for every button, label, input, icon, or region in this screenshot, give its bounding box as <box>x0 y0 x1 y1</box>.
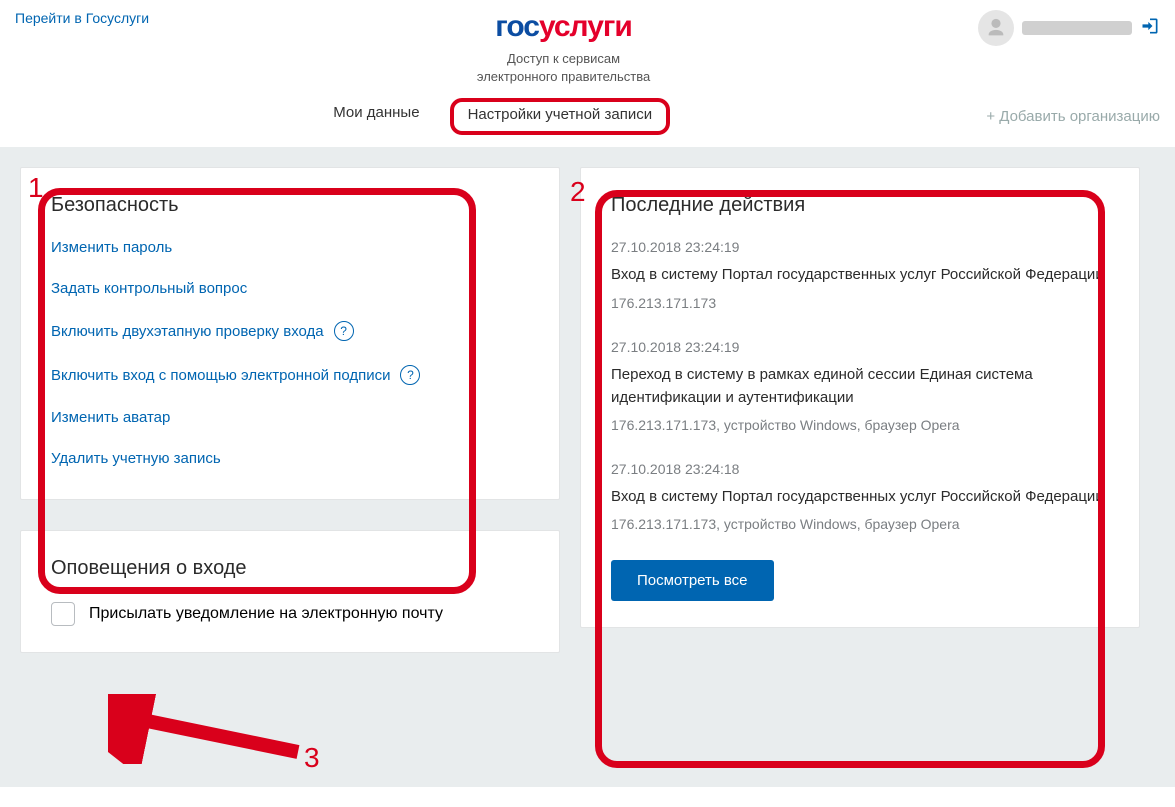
activity-entry: 27.10.2018 23:24:19 Вход в систему Порта… <box>611 239 1109 310</box>
avatar[interactable] <box>978 10 1014 46</box>
security-title: Безопасность <box>51 194 529 217</box>
change-avatar-link[interactable]: Изменить аватар <box>51 409 529 426</box>
add-organization-link[interactable]: + Добавить организацию <box>986 108 1160 125</box>
login-notify-card: Оповещения о входе Присылать уведомление… <box>20 530 560 653</box>
enable-2fa-link[interactable]: Включить двухэтапную проверку входа ? <box>51 321 529 341</box>
tab-my-data[interactable]: Мои данные <box>331 98 421 135</box>
annotation-number-1: 1 <box>28 172 44 204</box>
help-icon[interactable]: ? <box>334 321 354 341</box>
help-icon[interactable]: ? <box>400 365 420 385</box>
tab-account-settings[interactable]: Настройки учетной записи <box>450 98 671 135</box>
email-notification-label: Присылать уведомление на электронную поч… <box>89 605 443 623</box>
recent-activity-title: Последние действия <box>611 194 1109 217</box>
enable-esignature-link[interactable]: Включить вход с помощью электронной подп… <box>51 365 529 385</box>
logout-button[interactable] <box>1140 16 1160 41</box>
login-notify-title: Оповещения о входе <box>51 557 529 580</box>
delete-account-link[interactable]: Удалить учетную запись <box>51 450 529 467</box>
back-to-gosuslugi-link[interactable]: Перейти в Госуслуги <box>15 10 149 26</box>
logo: госуслуги <box>149 10 978 44</box>
set-security-question-link[interactable]: Задать контрольный вопрос <box>51 280 529 297</box>
logout-icon <box>1140 16 1160 36</box>
annotation-number-2: 2 <box>570 176 586 208</box>
user-name-redacted <box>1022 21 1132 35</box>
recent-activity-card: Последние действия 27.10.2018 23:24:19 В… <box>580 167 1140 628</box>
view-all-button[interactable]: Посмотреть все <box>611 560 774 601</box>
user-icon <box>985 17 1007 39</box>
activity-entry: 27.10.2018 23:24:19 Переход в систему в … <box>611 339 1109 434</box>
change-password-link[interactable]: Изменить пароль <box>51 239 529 256</box>
security-card: Безопасность Изменить пароль Задать конт… <box>20 167 560 500</box>
activity-entry: 27.10.2018 23:24:18 Вход в систему Порта… <box>611 461 1109 532</box>
annotation-number-3: 3 <box>304 742 320 774</box>
email-notification-toggle[interactable]: Присылать уведомление на электронную поч… <box>51 602 529 626</box>
checkbox[interactable] <box>51 602 75 626</box>
logo-subtitle: Доступ к сервисам электронного правитель… <box>149 50 978 86</box>
